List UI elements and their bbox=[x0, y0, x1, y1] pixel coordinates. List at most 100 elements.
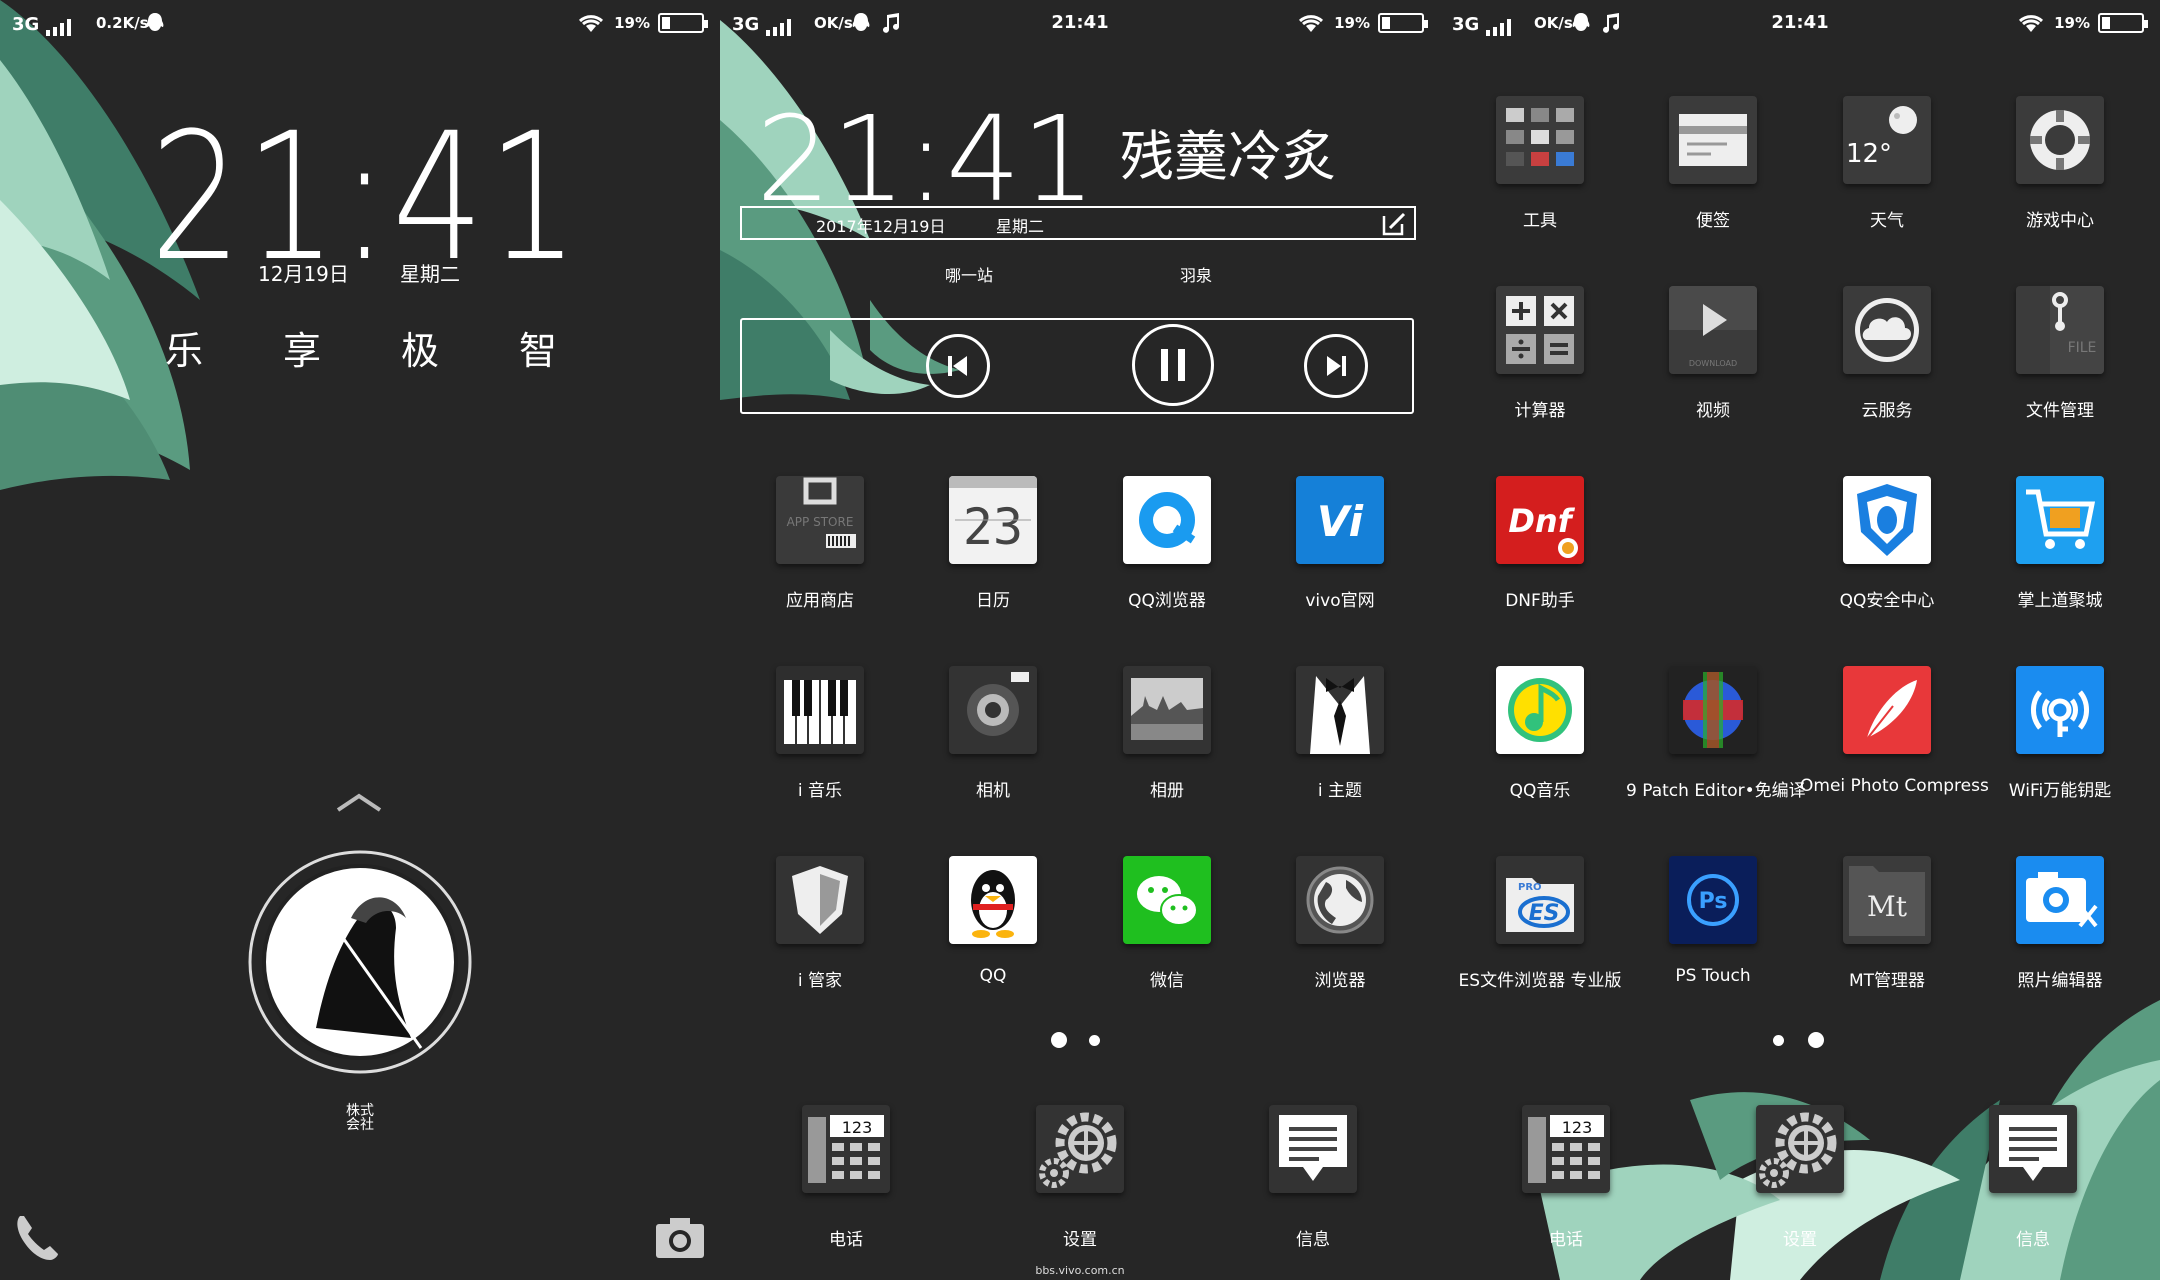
qq-penguin-icon bbox=[949, 856, 1037, 944]
app-label: WiFi万能钥匙 bbox=[2008, 781, 2112, 801]
app-calendar[interactable]: 23 日历 bbox=[906, 476, 1080, 611]
pause-button[interactable] bbox=[1132, 324, 1214, 406]
wifi-key-icon bbox=[2016, 666, 2104, 754]
wifi-icon bbox=[1299, 15, 1324, 32]
chevron-up-icon[interactable] bbox=[334, 790, 384, 814]
page-dot[interactable] bbox=[1773, 1035, 1784, 1046]
app-label: 计算器 bbox=[1514, 401, 1566, 421]
dnf-icon: Dnf bbox=[1496, 476, 1584, 564]
skip-forward-icon bbox=[1327, 356, 1346, 376]
app-label: DNF助手 bbox=[1505, 591, 1575, 611]
settings-gear-icon bbox=[1756, 1105, 1844, 1193]
app-label: 信息 bbox=[2016, 1230, 2050, 1250]
app-message[interactable]: 信息 bbox=[1946, 1105, 2120, 1250]
phone-icon[interactable] bbox=[10, 1210, 66, 1266]
calendar-icon: 23 bbox=[949, 476, 1037, 564]
app-shield[interactable]: i 管家 bbox=[733, 856, 907, 991]
previous-button[interactable] bbox=[926, 334, 990, 398]
signal-icon bbox=[46, 19, 71, 36]
status-bar: 3G 0.2K/s 19% bbox=[0, 0, 720, 48]
app-vivo[interactable]: Vi vivo官网 bbox=[1253, 476, 1427, 611]
next-button[interactable] bbox=[1304, 334, 1368, 398]
app-cloud[interactable]: 云服务 bbox=[1800, 286, 1974, 421]
widget-user-name: 残羹冷炙 bbox=[1120, 125, 1336, 188]
app-nine-patch[interactable]: 9 Patch Editor•免编译 bbox=[1626, 666, 1806, 801]
app-globe[interactable]: 浏览器 bbox=[1253, 856, 1427, 991]
app-note[interactable]: 便签 bbox=[1626, 96, 1800, 231]
app-weather[interactable]: 12° 天气 bbox=[1800, 96, 1974, 231]
svg-text:DOWNLOAD: DOWNLOAD bbox=[1689, 359, 1737, 368]
app-video-play[interactable]: DOWNLOAD 视频 bbox=[1626, 286, 1800, 421]
app-label: 设置 bbox=[1783, 1230, 1817, 1250]
svg-text:Vi: Vi bbox=[1317, 497, 1364, 546]
app-label: 日历 bbox=[976, 591, 1010, 611]
home-screen-2: 3G OK/s 21:41 19% 工具 便签 12° 天气 游戏中心计算器 DOWNLO… bbox=[1440, 0, 2160, 1280]
app-camera[interactable]: 相机 bbox=[906, 666, 1080, 801]
app-label: QQ浏览器 bbox=[1128, 591, 1206, 611]
skip-back-icon bbox=[948, 356, 967, 376]
app-lifebuoy[interactable]: 游戏中心 bbox=[1973, 96, 2147, 231]
app-qq-security[interactable]: QQ安全中心 bbox=[1800, 476, 1974, 611]
app-label: 电话 bbox=[1549, 1230, 1583, 1250]
page-dot-active[interactable] bbox=[1051, 1032, 1067, 1048]
app-message[interactable]: 信息 bbox=[1226, 1105, 1400, 1250]
edit-icon[interactable] bbox=[1380, 210, 1408, 238]
shopping-cart-icon bbox=[2016, 476, 2104, 564]
app-label: PS Touch bbox=[1675, 966, 1751, 986]
app-app-store[interactable]: APP STORE 应用商店 bbox=[733, 476, 907, 611]
app-label: i 音乐 bbox=[797, 781, 843, 801]
motto-char: 享 bbox=[283, 329, 322, 373]
app-label: 便签 bbox=[1696, 211, 1730, 231]
app-es-explorer[interactable]: PRO ES ES文件浏览器 专业版 bbox=[1453, 856, 1627, 991]
app-qq-music[interactable]: QQ音乐 bbox=[1453, 666, 1627, 801]
widget-date-bar[interactable]: 2017年12月19日 星期二 bbox=[740, 206, 1416, 240]
app-wifi-key[interactable]: WiFi万能钥匙 bbox=[1973, 666, 2147, 801]
page-dot[interactable] bbox=[1089, 1035, 1100, 1046]
app-tools-folder[interactable]: 工具 bbox=[1453, 96, 1627, 231]
app-ps-touch[interactable]: Ps PS Touch bbox=[1626, 856, 1800, 986]
app-settings-gear[interactable]: 设置 bbox=[1713, 1105, 1887, 1250]
settings-gear-icon bbox=[1036, 1105, 1124, 1193]
app-shopping-cart[interactable]: 掌上道聚城 bbox=[1973, 476, 2147, 611]
app-photo-editor[interactable]: 照片编辑器 bbox=[1973, 856, 2147, 991]
app-feather[interactable]: Omei Photo Compress bbox=[1800, 666, 1989, 796]
feather-icon bbox=[1843, 666, 1931, 754]
app-qq-browser[interactable]: QQ浏览器 bbox=[1080, 476, 1254, 611]
svg-text:Dnf: Dnf bbox=[1508, 502, 1575, 540]
tools-folder-icon bbox=[1496, 96, 1584, 184]
app-label: 游戏中心 bbox=[2026, 211, 2094, 231]
app-label: 电话 bbox=[829, 1230, 863, 1250]
weather-icon: 12° bbox=[1843, 96, 1931, 184]
app-label: 微信 bbox=[1150, 971, 1184, 991]
status-bar: 3G OK/s 21:41 19% bbox=[1440, 0, 2160, 48]
unlock-avatar-circle[interactable] bbox=[246, 848, 474, 1076]
piano-icon bbox=[776, 666, 864, 754]
wifi-icon bbox=[579, 15, 604, 32]
app-label: Omei Photo Compress bbox=[1800, 776, 1989, 796]
app-piano[interactable]: i 音乐 bbox=[733, 666, 907, 801]
app-file-manager[interactable]: FILE 文件管理 bbox=[1973, 286, 2147, 421]
page-dot-active[interactable] bbox=[1808, 1032, 1824, 1048]
app-qq-penguin[interactable]: QQ bbox=[906, 856, 1080, 986]
app-label: 照片编辑器 bbox=[2017, 971, 2103, 991]
globe-icon bbox=[1296, 856, 1384, 944]
camera-icon[interactable] bbox=[652, 1210, 708, 1266]
app-settings-gear[interactable]: 设置 bbox=[993, 1105, 1167, 1250]
app-calculator[interactable]: 计算器 bbox=[1453, 286, 1627, 421]
app-wechat[interactable]: 微信 bbox=[1080, 856, 1254, 991]
app-label: MT管理器 bbox=[1848, 971, 1926, 991]
svg-text:123: 123 bbox=[842, 1118, 873, 1137]
app-gallery[interactable]: 相册 bbox=[1080, 666, 1254, 801]
svg-text:12°: 12° bbox=[1846, 139, 1892, 169]
qq-security-icon bbox=[1843, 476, 1931, 564]
app-label: 相机 bbox=[976, 781, 1010, 801]
desk-phone-icon: 123 bbox=[802, 1105, 890, 1193]
app-mt-manager[interactable]: Mt MT管理器 bbox=[1800, 856, 1974, 991]
song-artist: 羽泉 bbox=[1180, 266, 1213, 285]
app-desk-phone[interactable]: 123 电话 bbox=[1479, 1105, 1653, 1250]
app-desk-phone[interactable]: 123 电话 bbox=[759, 1105, 933, 1250]
app-label: QQ音乐 bbox=[1509, 781, 1571, 801]
app-theme[interactable]: i 主题 bbox=[1253, 666, 1427, 801]
camera-icon bbox=[949, 666, 1037, 754]
app-dnf[interactable]: Dnf DNF助手 bbox=[1453, 476, 1627, 611]
